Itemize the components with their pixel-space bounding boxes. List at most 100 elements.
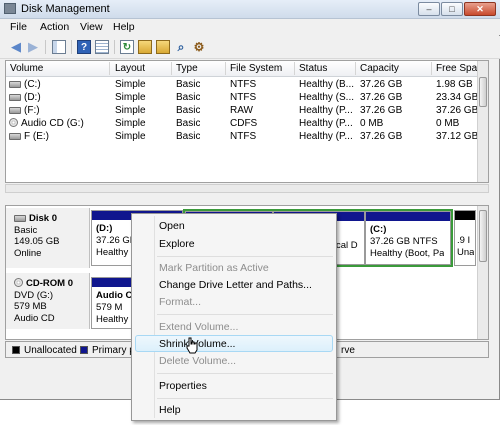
table-row[interactable]: (F:) Simple Basic RAW Healthy (P... 37.2… [6,104,488,117]
column-header-free-space[interactable]: Free Spa... [436,63,478,74]
layout-cell: Simple [115,131,146,142]
unallocated-space[interactable]: .9 I Una [454,210,476,266]
type-cell: Basic [176,131,201,142]
help-icon[interactable]: ? [77,40,91,54]
menu-view[interactable]: View [80,21,103,33]
cdrom-0-media: Audio CD [14,312,55,324]
status-cell: Healthy (P... [299,118,353,129]
partition-status: Una [457,247,475,258]
menu-item-mark-partition-active[interactable]: Mark Partition as Active [159,262,269,274]
column-header-status[interactable]: Status [299,63,354,74]
close-button[interactable]: ✕ [464,2,496,16]
forward-arrow-icon[interactable]: ▶ [26,40,40,54]
partition-size: 579 M [96,302,123,313]
title-bar: Disk Management – □ ✕ [0,0,500,19]
settings-icon[interactable]: ⚙ [192,40,206,54]
volume-cell: Audio CD (G:) [9,118,107,129]
free-space-cell: 37.26 GB [436,105,479,116]
column-divider[interactable] [355,62,356,75]
disk-0-name: Disk 0 [14,213,89,225]
free-space-cell: 0 MB [436,118,460,129]
disk-0-type: Basic [14,224,38,236]
type-cell: Basic [176,118,201,129]
volume-cell: (C:) [9,79,107,90]
status-cell: Healthy (P... [299,105,353,116]
toolbar-separator [71,40,72,54]
graph-view-scrollbar[interactable] [477,206,488,339]
horizontal-scrollbar[interactable] [5,184,489,193]
unallocated-swatch [12,346,20,354]
minimize-button[interactable]: – [418,2,440,16]
maximize-button[interactable]: □ [441,2,463,16]
column-header-type[interactable]: Type [176,63,226,74]
show-hide-tree-icon[interactable] [52,40,66,54]
disk-icon [9,133,21,140]
legend-unallocated: Unallocated [24,345,77,356]
column-divider[interactable] [225,62,226,75]
file-system-cell: NTFS [230,79,257,90]
column-header-volume[interactable]: Volume [10,63,110,74]
status-cell: Healthy (B... [299,79,355,90]
type-cell: Basic [176,79,201,90]
menu-item-properties[interactable]: Properties [159,380,207,392]
free-space-cell: 37.12 GB [436,131,479,142]
menu-separator [157,314,333,315]
column-divider[interactable] [109,62,110,75]
cdrom-0-type: DVD (G:) [14,289,54,301]
menu-action[interactable]: Action [40,21,69,33]
volume-name: (C:) [24,79,41,90]
capacity-cell: 37.26 GB [360,131,403,142]
table-row[interactable]: Audio CD (G:) Simple Basic CDFS Healthy … [6,117,488,130]
menu-item-explore[interactable]: Explore [159,238,195,250]
menu-item-format[interactable]: Format... [159,296,201,308]
back-arrow-icon[interactable]: ◀ [9,40,23,54]
scrollbar-thumb[interactable] [479,77,487,107]
partition-label: Audio C [96,290,133,301]
volume-list-scrollbar[interactable] [477,61,488,182]
table-row[interactable]: (D:) Simple Basic NTFS Healthy (S... 37.… [6,91,488,104]
column-header-layout[interactable]: Layout [115,63,171,74]
cdrom-name-text: CD-ROM 0 [26,278,73,289]
volume-name: (D:) [24,92,41,103]
open-folder-icon[interactable] [138,40,152,54]
disk-name-text: Disk 0 [29,213,57,224]
scrollbar-thumb[interactable] [479,210,487,262]
menu-file[interactable]: File [10,21,27,33]
column-header-file-system[interactable]: File System [230,63,294,74]
layout-cell: Simple [115,92,146,103]
disk-0-label[interactable]: Disk 0 Basic 149.05 GB Online [6,208,90,268]
column-divider[interactable] [431,62,432,75]
column-divider[interactable] [171,62,172,75]
cdrom-0-name: CD-ROM 0 [14,278,89,290]
free-space-cell: 23.34 GB [436,92,479,103]
menu-item-delete-volume[interactable]: Delete Volume... [159,355,236,367]
table-row[interactable]: (C:) Simple Basic NTFS Healthy (B... 37.… [6,78,488,91]
column-divider[interactable] [294,62,295,75]
disk-management-app-icon [4,3,16,14]
menu-bar: File Action View Help [0,19,500,35]
table-row[interactable]: F (E:) Simple Basic NTFS Healthy (P... 3… [6,130,488,143]
disk-0-size: 149.05 GB [14,236,60,247]
cd-icon [9,118,18,127]
search-icon[interactable]: ⌕ [174,40,188,54]
partition-c[interactable]: (C:) 37.26 GB NTFS Healthy (Boot, Pa [365,211,451,265]
cdrom-0-label[interactable]: CD-ROM 0 DVD (G:) 579 MB Audio CD [6,273,90,329]
new-folder-icon[interactable] [156,40,170,54]
column-header-capacity[interactable]: Capacity [360,63,430,74]
menu-help[interactable]: Help [113,21,135,33]
menu-item-open[interactable]: Open [159,220,185,232]
menu-item-change-drive-letter[interactable]: Change Drive Letter and Paths... [159,279,312,291]
properties-icon[interactable] [95,40,109,54]
toolbar-separator [45,40,46,54]
file-system-cell: RAW [230,105,253,116]
menu-item-extend-volume[interactable]: Extend Volume... [159,321,238,333]
menu-item-help[interactable]: Help [159,404,181,416]
layout-cell: Simple [115,118,146,129]
volume-cell: (F:) [9,105,107,116]
layout-cell: Simple [115,105,146,116]
type-cell: Basic [176,105,201,116]
file-system-cell: CDFS [230,118,258,129]
refresh-icon[interactable]: ↻ [120,40,134,54]
volume-name: (F:) [24,105,40,116]
menu-separator [157,256,333,257]
